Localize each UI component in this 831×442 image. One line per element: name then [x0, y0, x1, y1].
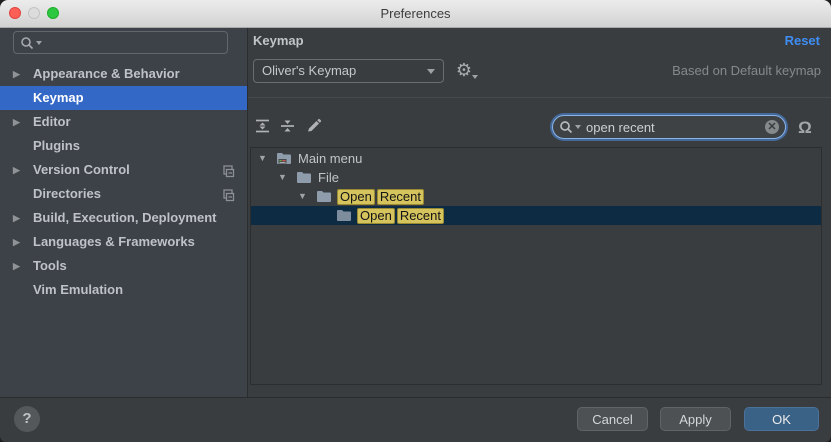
sidebar-item-appearance-behavior[interactable]: ▶ Appearance & Behavior [0, 62, 247, 86]
edit-shortcut-icon[interactable] [305, 118, 322, 134]
shortcuts-tree: ▼ Main menu ▼ File ▼ OpenRecent OpenRec [250, 147, 822, 385]
tree-node-label: Main menu [298, 149, 362, 168]
search-match-highlight: Recent [377, 189, 424, 205]
sidebar-item-label: Languages & Frameworks [33, 230, 195, 254]
search-match-highlight: Recent [397, 208, 444, 224]
chevron-down-icon[interactable]: ▼ [278, 168, 287, 187]
chevron-down-icon[interactable]: ▼ [298, 187, 307, 206]
sidebar-item-tools[interactable]: ▶ Tools [0, 254, 247, 278]
sidebar-item-plugins[interactable]: Plugins [0, 134, 247, 158]
sidebar-item-label: Vim Emulation [33, 278, 123, 302]
sidebar-item-label: Appearance & Behavior [33, 62, 180, 86]
sidebar-item-label: Keymap [33, 86, 84, 110]
search-match-highlight: Open [357, 208, 395, 224]
chevron-right-icon[interactable]: ▶ [13, 206, 20, 230]
sidebar-item-label: Directories [33, 182, 101, 206]
sidebar-item-languages-frameworks[interactable]: ▶ Languages & Frameworks [0, 230, 247, 254]
page-title: Keymap [253, 33, 304, 48]
sidebar-item-build-execution-deployment[interactable]: ▶ Build, Execution, Deployment [0, 206, 247, 230]
sidebar-search-input[interactable] [42, 34, 221, 51]
tree-row-open-recent-group[interactable]: ▼ OpenRecent [251, 187, 821, 206]
tree-node-label: File [318, 168, 339, 187]
sidebar-search-box[interactable] [13, 31, 228, 54]
header-separator [248, 97, 831, 98]
tree-node-label: OpenRecent [357, 207, 446, 226]
chevron-right-icon[interactable]: ▶ [13, 254, 20, 278]
apply-button[interactable]: Apply [660, 407, 731, 431]
clear-search-icon[interactable]: ✕ [765, 120, 779, 134]
sidebar-divider [247, 28, 248, 397]
tree-row-open-recent-selected[interactable]: OpenRecent [251, 206, 821, 225]
shortcut-search-input[interactable] [584, 119, 765, 136]
chevron-right-icon[interactable]: ▶ [13, 62, 20, 86]
sidebar-item-keymap[interactable]: Keymap [0, 86, 247, 110]
sidebar-item-version-control[interactable]: ▶ Version Control [0, 158, 247, 182]
footer-separator [0, 397, 831, 398]
ok-button[interactable]: OK [744, 407, 819, 431]
sidebar-item-label: Plugins [33, 134, 80, 158]
tree-row-main-menu[interactable]: ▼ Main menu [251, 149, 821, 168]
sidebar-item-label: Editor [33, 110, 71, 134]
preferences-dialog: Preferences ▶ Appearance & Behavior Keym… [0, 0, 831, 442]
sidebar-item-label: Tools [33, 254, 67, 278]
folder-icon [336, 208, 352, 227]
search-icon [559, 120, 573, 134]
title-bar: Preferences [0, 0, 831, 28]
sidebar-item-label: Build, Execution, Deployment [33, 206, 216, 230]
search-options-caret-icon[interactable] [575, 125, 581, 129]
chevron-down-icon[interactable]: ▼ [258, 149, 267, 168]
search-icon [20, 36, 34, 50]
chevron-right-icon[interactable]: ▶ [13, 230, 20, 254]
chevron-right-icon[interactable]: ▶ [13, 110, 20, 134]
keymap-select[interactable]: Oliver's Keymap [253, 59, 444, 83]
sidebar-item-directories[interactable]: Directories [0, 182, 247, 206]
tree-node-label: OpenRecent [337, 188, 426, 207]
find-actions-by-shortcut-icon[interactable]: Ω [794, 117, 816, 139]
sidebar-item-vim-emulation[interactable]: Vim Emulation [0, 278, 247, 302]
tree-row-file[interactable]: ▼ File [251, 168, 821, 187]
help-button[interactable]: ? [14, 406, 40, 432]
chevron-down-icon [427, 69, 435, 74]
sidebar-item-editor[interactable]: ▶ Editor [0, 110, 247, 134]
gear-icon[interactable]: ⚙ [452, 58, 476, 82]
based-on-label: Based on Default keymap [672, 61, 821, 81]
collapse-all-icon[interactable] [279, 118, 296, 134]
keymap-select-value: Oliver's Keymap [262, 63, 356, 78]
shortcut-search-field[interactable]: ✕ [552, 115, 786, 139]
chevron-right-icon[interactable]: ▶ [13, 158, 20, 182]
window-title: Preferences [0, 0, 831, 27]
expand-all-icon[interactable] [254, 118, 271, 134]
search-match-highlight: Open [337, 189, 375, 205]
gear-caret-icon [472, 75, 478, 79]
cancel-button[interactable]: Cancel [577, 407, 648, 431]
sidebar-item-label: Version Control [33, 158, 130, 182]
reset-link[interactable]: Reset [785, 33, 820, 48]
settings-sidebar: ▶ Appearance & Behavior Keymap ▶ Editor … [0, 28, 247, 397]
